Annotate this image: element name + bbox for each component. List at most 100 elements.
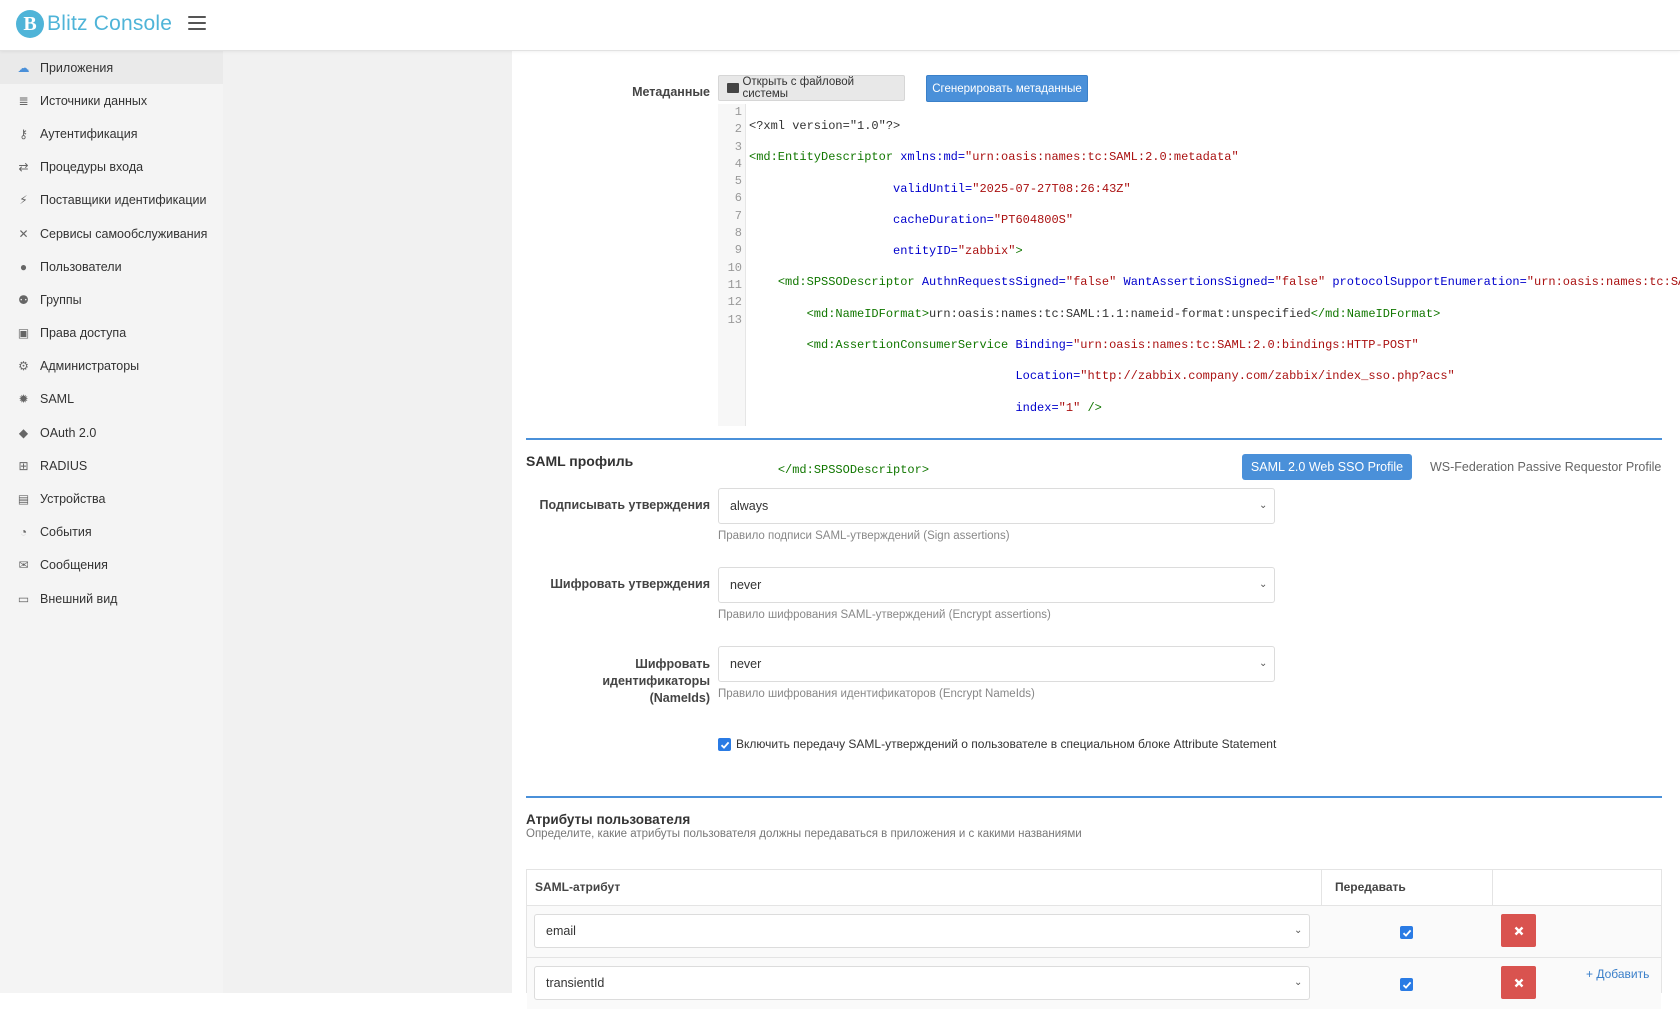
editor-line-numbers: 1 2 3 4 5 6 7 8 9 10 11 12 13: [718, 104, 746, 426]
sidebar-item-13[interactable]: ▤ Устройства: [0, 482, 223, 515]
check-icon: [1402, 981, 1411, 989]
sign-assertions-value: always: [730, 499, 769, 513]
sidebar-item-12[interactable]: ⊞ RADIUS: [0, 449, 223, 482]
encrypt-nameids-label: Шифровать идентификаторы (NameIds): [526, 656, 710, 707]
code-line: entityID="zabbix">: [893, 244, 1023, 259]
sidebar: ☁ Приложения ≣ Источники данных ⚷ Аутентифика…: [0, 51, 223, 993]
encrypt-assertions-select[interactable]: never ⌄: [718, 567, 1275, 603]
col-header-transfer: Передавать: [1335, 880, 1406, 894]
user-attributes-subtitle: Определите, какие атрибуты пользователя …: [526, 828, 1082, 840]
sidebar-item-label: Приложения: [40, 60, 114, 75]
sidebar-item-8[interactable]: ▣ Права доступа: [0, 317, 223, 350]
encrypt-nameids-label-line2: (NameIds): [649, 691, 710, 705]
check-icon: [1402, 929, 1411, 937]
delete-row-button[interactable]: [1501, 966, 1536, 999]
encrypt-nameids-help: Правило шифрования идентификаторов (Encr…: [718, 688, 1035, 700]
attribute-statement-checkbox[interactable]: [718, 738, 731, 751]
sidebar-item-label: Процедуры входа: [40, 160, 144, 175]
check-icon: [720, 741, 729, 749]
open-file-button[interactable]: Открыть с файловой системы: [718, 75, 905, 101]
add-attribute-link[interactable]: + Добавить: [1586, 967, 1649, 981]
menu-toggle-icon[interactable]: [188, 16, 206, 30]
line-number: 3: [734, 139, 742, 154]
sidebar-item-label: События: [40, 525, 92, 540]
database-icon: ≣: [18, 93, 29, 108]
chevron-down-icon: ⌄: [1259, 500, 1268, 511]
close-icon: [1514, 978, 1523, 987]
col-header-saml-attribute: SAML-атрибут: [535, 880, 621, 894]
transfer-checkbox-transientid[interactable]: [1400, 978, 1413, 991]
encrypt-nameids-select[interactable]: never ⌄: [718, 646, 1275, 682]
sidebar-item-15[interactable]: ✉ Сообщения: [0, 549, 223, 582]
sidebar-item-label: Поставщики идентификации: [40, 193, 207, 208]
line-number: 13: [727, 312, 742, 327]
device-icon: ▤: [17, 492, 30, 507]
sidebar-item-6[interactable]: ● Пользователи: [0, 250, 223, 283]
sidebar-item-label: Устройства: [40, 492, 106, 507]
sidebar-item-11[interactable]: ◆ OAuth 2.0: [0, 416, 223, 449]
tools-icon: ✕: [18, 226, 29, 241]
attribute-value: email: [546, 924, 576, 938]
metadata-code-editor[interactable]: 1 2 3 4 5 6 7 8 9 10 11 12 13 <?xml version="1.0"?> …: [718, 104, 1680, 509]
sidebar-item-10[interactable]: ✹ SAML: [0, 383, 223, 416]
attribute-statement-label: Включить передачу SAML-утверждений о пол…: [736, 737, 1277, 751]
metadata-label: Метаданные: [632, 85, 710, 99]
chevron-down-icon: ⌄: [1259, 579, 1268, 590]
sidebar-item-0[interactable]: ☁ Приложения: [0, 51, 223, 85]
chevron-down-icon: ⌄: [1294, 977, 1303, 988]
encrypt-assertions-help: Правило шифрования SAML-утверждений (Enc…: [718, 609, 1051, 621]
tab-ws-federation[interactable]: WS-Federation Passive Requestor Profile: [1430, 454, 1661, 480]
sidebar-item-4[interactable]: ⚡ Поставщики идентификации: [0, 184, 223, 217]
gears-icon: ⚙: [18, 359, 29, 374]
sidebar-item-14[interactable]: ◔ События: [0, 516, 223, 549]
attribute-select-transientid[interactable]: transientId ⌄: [534, 966, 1310, 1000]
sidebar-item-label: Сервисы самообслуживания: [40, 226, 208, 241]
main-panel: Метаданные Открыть с файловой системы Сг…: [512, 51, 1680, 1009]
table-row: transientId ⌄: [527, 957, 1661, 1009]
plug-icon: ⚡: [19, 193, 28, 208]
tab-saml-web-sso[interactable]: SAML 2.0 Web SSO Profile: [1242, 454, 1412, 480]
auth-icon: ⚷: [19, 126, 28, 141]
sidebar-item-9[interactable]: ⚙ Администраторы: [0, 350, 223, 383]
code-line: <md:AssertionConsumerService Binding="ur…: [806, 338, 1419, 353]
sidebar-item-16[interactable]: ▭ Внешний вид: [0, 582, 223, 615]
sign-assertions-select[interactable]: always ⌄: [718, 488, 1275, 524]
chevron-down-icon: ⌄: [1294, 925, 1303, 936]
attribute-select-email[interactable]: email ⌄: [534, 914, 1310, 948]
code-line: <?xml version="1.0"?>: [749, 119, 901, 133]
sidebar-item-5[interactable]: ✕ Сервисы самообслуживания: [0, 217, 223, 250]
sidebar-item-label: Сообщения: [40, 558, 108, 573]
user-attributes-title: Атрибуты пользователя: [526, 812, 691, 827]
transfer-checkbox-email[interactable]: [1400, 926, 1413, 939]
line-number: 9: [734, 243, 742, 258]
delete-row-button[interactable]: [1501, 914, 1536, 947]
open-file-button-label: Открыть с файловой системы: [742, 76, 855, 100]
sidebar-item-1[interactable]: ≣ Источники данных: [0, 84, 223, 117]
code-line: <md:SPSSODescriptor AuthnRequestsSigned=…: [777, 275, 1680, 290]
sidebar-item-3[interactable]: ⇄ Процедуры входа: [0, 151, 223, 184]
line-number: 8: [734, 226, 742, 241]
encrypt-nameids-label-line1: Шифровать идентификаторы: [602, 657, 710, 688]
folder-open-icon: [727, 83, 740, 93]
login-procedure-icon: ⇄: [18, 160, 29, 175]
sign-assertions-help: Правило подписи SAML-утверждений (Sign a…: [718, 530, 1010, 542]
blitz-logo-icon: B: [16, 10, 44, 38]
line-number: 12: [727, 295, 742, 310]
app-logo[interactable]: B Blitz Console: [16, 9, 172, 39]
code-line: <md:EntityDescriptor xmlns:md="urn:oasis…: [749, 150, 1239, 165]
lock-icon: ▣: [17, 326, 30, 341]
envelope-icon: ✉: [18, 558, 29, 573]
line-number: 4: [734, 156, 742, 171]
code-line: validUntil="2025-07-27T08:26:43Z": [893, 181, 1131, 196]
sidebar-item-label: RADIUS: [40, 458, 88, 473]
sidebar-item-7[interactable]: ⚉ Группы: [0, 283, 223, 316]
user-icon: ●: [19, 259, 28, 274]
sidebar-item-label: Источники данных: [40, 93, 148, 108]
content-gutter: [223, 51, 512, 993]
sidebar-item-label: Группы: [40, 292, 82, 307]
encrypt-assertions-value: never: [730, 578, 762, 592]
generate-metadata-button[interactable]: Сгенерировать метаданные: [926, 75, 1088, 102]
sidebar-item-label: OAuth 2.0: [40, 425, 97, 440]
line-number: 10: [727, 260, 742, 275]
sidebar-item-2[interactable]: ⚷ Аутентификация: [0, 117, 223, 150]
